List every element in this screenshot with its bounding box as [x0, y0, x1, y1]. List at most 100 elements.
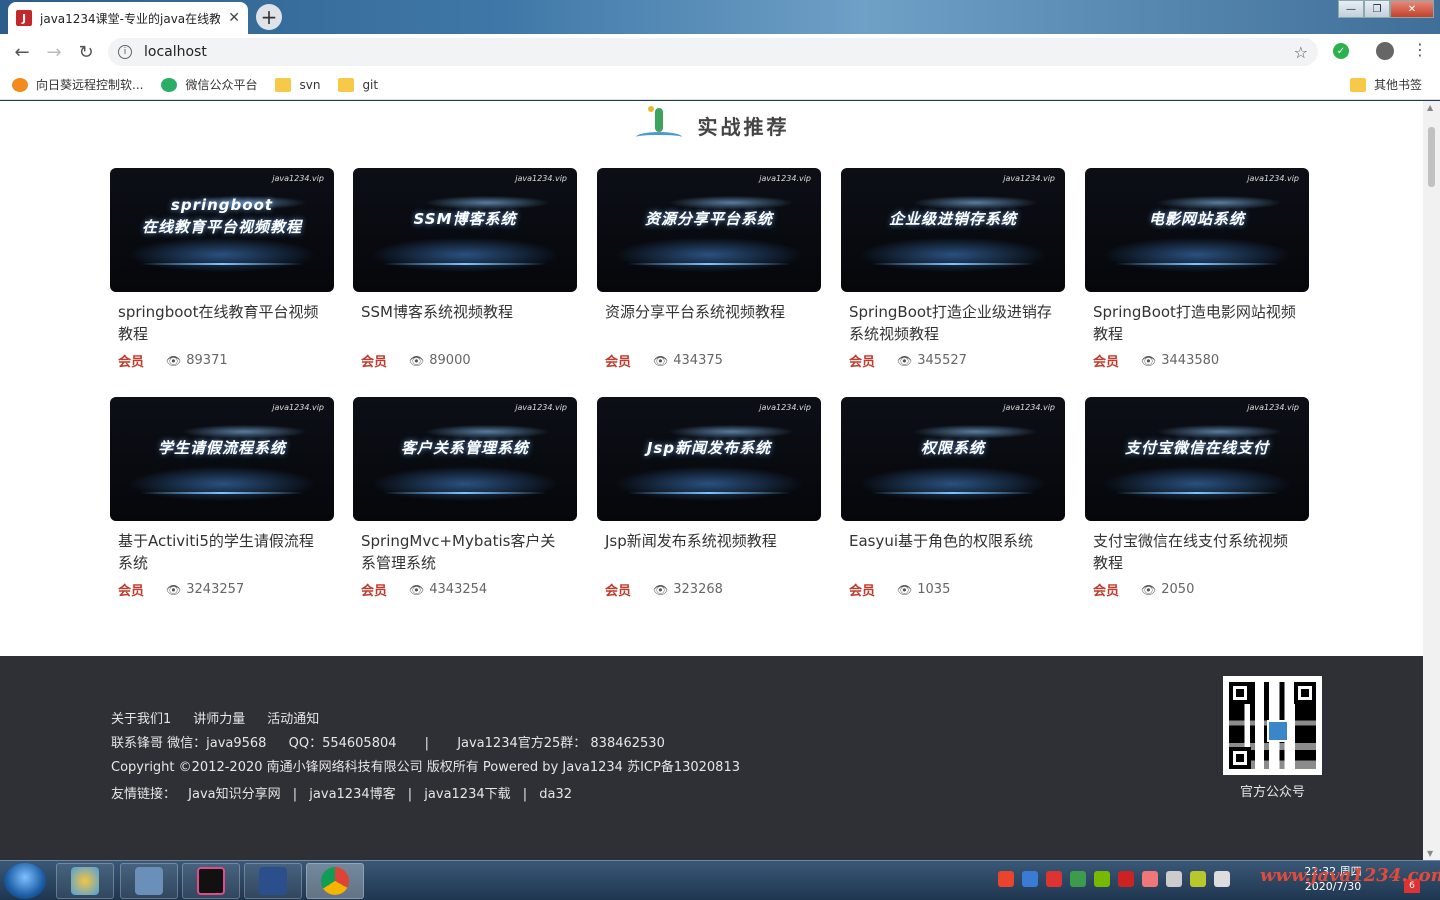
page-scrollbar[interactable]: ▲ ▼	[1423, 101, 1440, 860]
friend-divider: |	[292, 787, 298, 802]
arrow-icon[interactable]	[1190, 871, 1206, 887]
reload-icon[interactable]: ↻	[70, 42, 102, 63]
footer-link-about[interactable]: 关于我们1	[111, 708, 171, 727]
course-title[interactable]: 支付宝微信在线支付系统视频教程	[1085, 530, 1309, 574]
course-card[interactable]: java1234.vip 权限系统 Easyui基于角色的权限系统 会员 👁 1035	[841, 397, 1065, 612]
footer-link-events[interactable]: 活动通知	[267, 708, 319, 727]
info-icon[interactable]: i	[118, 45, 132, 59]
friend-link[interactable]: java1234博客	[309, 787, 395, 802]
input-method-icon[interactable]	[1046, 871, 1062, 887]
scroll-down-icon[interactable]: ▼	[1427, 849, 1433, 858]
taskbar-app-dolphin[interactable]	[120, 863, 178, 899]
scroll-up-icon[interactable]: ▲	[1427, 103, 1433, 112]
view-count: 323268	[673, 582, 723, 597]
course-thumbnail[interactable]: java1234.vip 支付宝微信在线支付	[1085, 397, 1309, 521]
extension-icon[interactable]: ✓	[1333, 43, 1349, 59]
course-card[interactable]: java1234.vip SSM博客系统 SSM博客系统视频教程 会员 👁 89000	[353, 168, 577, 383]
footer-contact-line: 联系锋哥 微信：java9568 QQ：554605804 | Java1234…	[111, 732, 665, 751]
close-tab-icon[interactable]: ✕	[228, 10, 240, 26]
cube-icon[interactable]	[1022, 871, 1038, 887]
course-card[interactable]: java1234.vip 企业级进销存系统 SpringBoot打造企业级进销存系统…	[841, 168, 1065, 383]
friend-link[interactable]: da32	[539, 787, 572, 802]
maximize-button[interactable]: ❐	[1364, 0, 1390, 18]
course-card[interactable]: java1234.vip 客户关系管理系统 SpringMvc+Mybatis客户关…	[353, 397, 577, 612]
bookmark-other[interactable]: 其他书签	[1349, 76, 1422, 93]
browser-tab[interactable]: J java1234课堂-专业的java在线教 ✕	[8, 2, 248, 34]
taskbar-app-photos[interactable]	[56, 863, 114, 899]
forward-icon[interactable]: →	[38, 42, 70, 63]
qr-code-label: 官方公众号	[1239, 785, 1305, 800]
course-thumbnail[interactable]: java1234.vip Jsp新闻发布系统	[597, 397, 821, 521]
course-card[interactable]: java1234.vip 支付宝微信在线支付 支付宝微信在线支付系统视频教程 会员 👁 2…	[1085, 397, 1309, 612]
bookmark-svn[interactable]: svn	[275, 77, 320, 92]
profile-avatar-icon[interactable]	[1376, 42, 1394, 60]
course-title[interactable]: SSM博客系统视频教程	[353, 301, 577, 345]
bookmark-label: 微信公众平台	[185, 78, 258, 92]
footer-link-teachers[interactable]: 讲师力量	[193, 708, 245, 727]
view-count: 89371	[186, 353, 228, 368]
course-card[interactable]: java1234.vip springboot 在线教育平台视频教程 springb…	[110, 168, 334, 383]
wechat-icon	[161, 77, 178, 92]
nvidia-icon[interactable]	[1094, 871, 1110, 887]
minimize-button[interactable]: —	[1338, 0, 1364, 18]
course-title[interactable]: SpringBoot打造企业级进销存系统视频教程	[841, 301, 1065, 345]
taskbar-app-editor[interactable]	[244, 863, 302, 899]
network-icon[interactable]	[1166, 871, 1182, 887]
course-card[interactable]: java1234.vip 电影网站系统 SpringBoot打造电影网站视频教程 会员…	[1085, 168, 1309, 383]
course-thumbnail[interactable]: java1234.vip springboot 在线教育平台视频教程	[110, 168, 334, 292]
footer-contact: 联系锋哥 微信：java9568	[111, 736, 267, 751]
taskbar-app-intellij[interactable]	[182, 863, 240, 899]
member-badge: 会员	[849, 355, 876, 370]
close-window-button[interactable]: ✕	[1390, 0, 1434, 18]
course-thumbnail[interactable]: java1234.vip 资源分享平台系统	[597, 168, 821, 292]
thumbnail-caption: 资源分享平台系统	[644, 210, 773, 228]
course-title[interactable]: 资源分享平台系统视频教程	[597, 301, 821, 345]
friend-link[interactable]: java1234下载	[424, 787, 510, 802]
thumbnail-caption: SSM博客系统	[413, 210, 517, 228]
s-icon[interactable]	[1118, 871, 1134, 887]
footer-friends: 友情链接： Java知识分享网 | java1234博客 | java1234下…	[111, 783, 572, 802]
menu-icon[interactable]: ⋮	[1412, 40, 1428, 59]
course-title[interactable]: 基于Activiti5的学生请假流程系统	[110, 530, 334, 574]
course-thumbnail[interactable]: java1234.vip 权限系统	[841, 397, 1065, 521]
course-card[interactable]: java1234.vip 学生请假流程系统基于Activiti5的学生请假流程系统…	[110, 397, 334, 612]
course-thumbnail[interactable]: java1234.vip 客户关系管理系统	[353, 397, 577, 521]
new-tab-button[interactable]: +	[256, 4, 282, 30]
taskbar-app-chrome[interactable]	[306, 863, 364, 899]
friend-divider: |	[407, 787, 413, 802]
folder-icon	[275, 77, 292, 92]
bookmark-wechat[interactable]: 微信公众平台	[161, 76, 257, 93]
volume-icon[interactable]	[1214, 871, 1230, 887]
course-title[interactable]: SpringMvc+Mybatis客户关系管理系统	[353, 530, 577, 574]
course-thumbnail[interactable]: java1234.vip 企业级进销存系统	[841, 168, 1065, 292]
address-bar[interactable]: i localhost ☆	[108, 38, 1318, 66]
view-count: 434375	[673, 353, 723, 368]
friend-divider: |	[522, 787, 528, 802]
url-text[interactable]: localhost	[144, 44, 207, 60]
view-count: 3243257	[186, 582, 245, 597]
thumbnail-caption: 客户关系管理系统	[400, 439, 529, 457]
course-card[interactable]: java1234.vip Jsp新闻发布系统 Jsp新闻发布系统视频教程 会员 👁 323…	[597, 397, 821, 612]
bookmark-git[interactable]: git	[338, 77, 379, 92]
bookmark-star-icon[interactable]: ☆	[1294, 43, 1308, 62]
course-title[interactable]: SpringBoot打造电影网站视频教程	[1085, 301, 1309, 345]
course-thumbnail[interactable]: java1234.vip SSM博客系统	[353, 168, 577, 292]
back-icon[interactable]: ←	[6, 42, 38, 63]
course-meta: 会员 👁 434375	[597, 351, 821, 370]
course-title[interactable]: springboot在线教育平台视频教程	[110, 301, 334, 345]
bookmark-label: git	[362, 77, 379, 92]
shield-icon[interactable]	[1070, 871, 1086, 887]
course-title[interactable]: Jsp新闻发布系统视频教程	[597, 530, 821, 574]
course-thumbnail[interactable]: java1234.vip 学生请假流程系统	[110, 397, 334, 521]
bookmark-sunflower[interactable]: 向日葵远程控制软...	[12, 76, 143, 93]
flower-icon[interactable]	[1142, 871, 1158, 887]
course-card[interactable]: java1234.vip 资源分享平台系统资源分享平台系统视频教程会员 👁 43437…	[597, 168, 821, 383]
start-button[interactable]	[4, 863, 46, 899]
sogou-icon[interactable]	[998, 871, 1014, 887]
scrollbar-thumb[interactable]	[1428, 127, 1435, 187]
eye-icon: 👁	[897, 353, 913, 368]
course-title[interactable]: Easyui基于角色的权限系统	[841, 530, 1065, 574]
friend-link[interactable]: Java知识分享网	[188, 787, 280, 802]
footer-divider: |	[424, 736, 430, 751]
course-thumbnail[interactable]: java1234.vip 电影网站系统	[1085, 168, 1309, 292]
